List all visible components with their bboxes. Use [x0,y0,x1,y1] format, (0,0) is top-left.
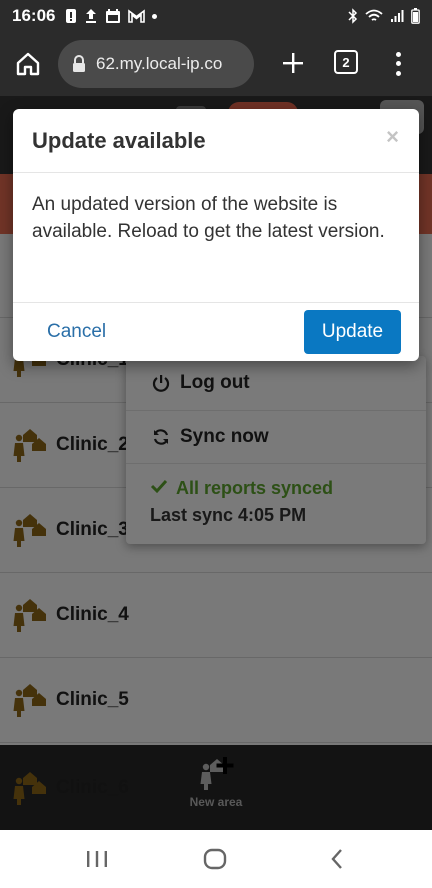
wifi-icon [365,9,383,21]
cancel-button[interactable]: Cancel [33,310,120,354]
notification-icons [65,8,158,24]
menu-dot-icon [395,61,401,67]
close-icon[interactable]: × [386,126,399,148]
home-button[interactable] [0,36,56,92]
system-nav-bar [0,830,432,888]
recent-apps-button[interactable] [82,846,112,872]
dialog-body: An updated version of the website is ava… [13,173,419,303]
calendar-icon [106,9,121,23]
dialog-header: Update available × [13,109,419,173]
address-bar[interactable]: 62.my.local-ip.co [58,40,254,88]
upload-icon [86,9,97,23]
update-button[interactable]: Update [304,310,401,354]
recent-apps-icon [87,851,107,867]
alert-icon [66,9,77,23]
browser-toolbar: 62.my.local-ip.co 2 [0,32,432,96]
system-icons [348,8,420,24]
back-icon [331,849,342,869]
menu-dot-icon [395,70,401,76]
plus-icon [283,53,303,73]
battery-icon [411,8,420,24]
home-nav-button[interactable] [200,846,230,872]
menu-dot-icon [395,52,401,58]
dialog-footer: Cancel Update [13,303,419,361]
tab-switcher-button[interactable]: 2 [334,50,358,74]
url-text: 62.my.local-ip.co [96,54,223,73]
more-notifications-dot-icon [152,13,158,19]
update-dialog: Update available × An updated version of… [13,109,419,361]
lock-icon [73,55,85,72]
browser-menu-button[interactable] [386,46,410,82]
home-nav-icon [203,848,227,870]
signal-icon [391,10,404,22]
home-icon [16,52,40,76]
new-tab-button[interactable] [270,40,316,86]
back-button[interactable] [322,846,352,872]
dialog-title: Update available [32,127,206,153]
status-time: 16:06 [12,6,56,25]
bluetooth-icon [348,8,358,24]
gmail-icon [128,9,146,23]
status-bar: 16:06 [0,0,432,32]
